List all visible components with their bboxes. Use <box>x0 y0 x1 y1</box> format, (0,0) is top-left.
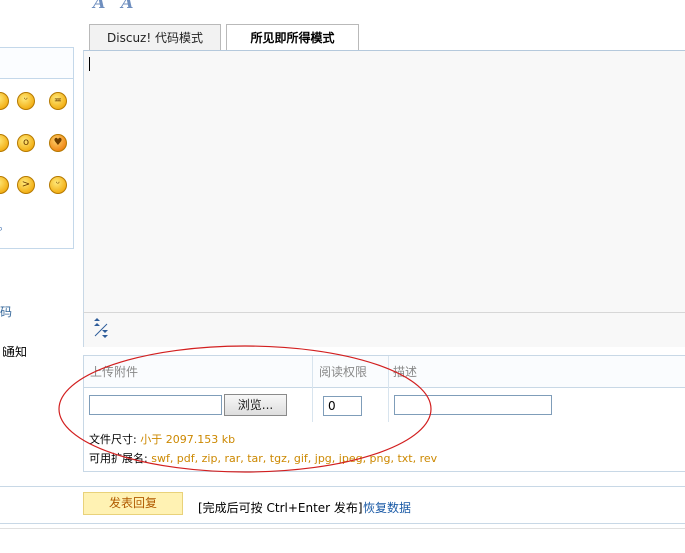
shortcut-hint: [完成后可按 Ctrl+Enter 发布] <box>198 501 363 515</box>
wink-heart-icon[interactable]: ♥ <box>49 134 67 152</box>
editor-resize-bar <box>83 312 685 347</box>
sidebar-code-link[interactable]: 码 <box>0 303 12 320</box>
text-caret <box>89 57 90 71</box>
smiley-panel-header <box>0 48 73 79</box>
tab-wysiwyg[interactable]: 所见即所得模式 <box>226 24 359 51</box>
submit-reply-button[interactable]: 发表回复 <box>83 492 183 515</box>
resize-toggle-icon[interactable] <box>90 318 112 338</box>
editor-textarea[interactable] <box>83 50 685 312</box>
sidebar-checkbox-fragment[interactable] <box>0 347 4 356</box>
grin-icon[interactable]: ᵕ <box>17 92 35 110</box>
annotation-ellipse <box>58 345 432 473</box>
sidebar-more-icon[interactable]: ⌕ <box>0 222 3 236</box>
tab-discuz-code[interactable]: Discuz! 代码模式 <box>89 24 221 50</box>
sidebar-notify-text: 通知 <box>3 345 28 359</box>
restore-data-link[interactable]: 恢复数据 <box>363 499 411 516</box>
tongue-icon[interactable]: ≖ <box>49 92 67 110</box>
font-italic-icon[interactable]: A <box>121 0 133 12</box>
bottom-divider <box>0 528 685 529</box>
surprised-icon[interactable]: o <box>17 134 35 152</box>
font-bold-icon[interactable]: A <box>93 0 105 12</box>
happy-icon[interactable]: ᵕ <box>49 176 67 194</box>
angry-icon[interactable]: > <box>17 176 35 194</box>
